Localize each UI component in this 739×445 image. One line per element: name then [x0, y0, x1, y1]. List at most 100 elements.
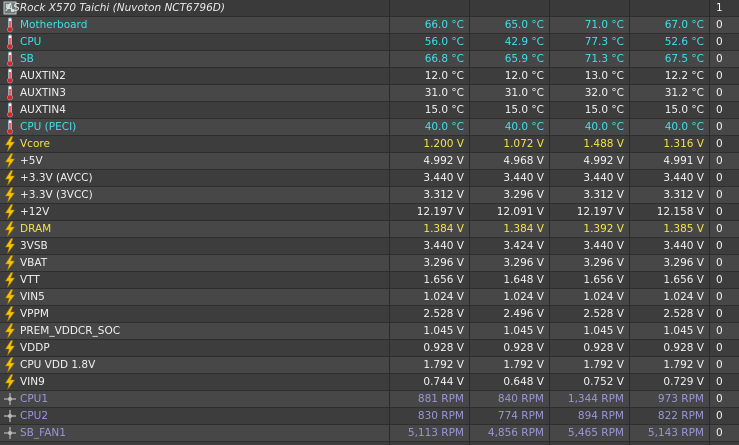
column-divider: [629, 0, 630, 445]
lightning-icon: [0, 306, 18, 322]
current-value: 56.0 °C: [424, 36, 464, 48]
min-value: 15.0 °C: [504, 104, 544, 116]
average-value: 4.991 V: [663, 155, 704, 167]
average-value: 1.045 V: [663, 325, 704, 337]
current-value: 1.656 V: [423, 274, 464, 286]
current-value: 3.440 V: [423, 240, 464, 252]
current-value: 1.024 V: [423, 291, 464, 303]
count-value: 0: [716, 19, 723, 31]
average-value: 822 RPM: [657, 410, 704, 422]
min-value: 1.792 V: [503, 359, 544, 371]
current-value: 15.0 °C: [424, 104, 464, 116]
sensor-name: +3.3V (AVCC): [20, 172, 93, 184]
max-value: 1.656 V: [583, 274, 624, 286]
sensor-name: +3.3V (3VCC): [20, 189, 93, 201]
min-value: 2.496 V: [503, 308, 544, 320]
max-value: 0.752 V: [583, 376, 624, 388]
sensor-name: VIN5: [20, 291, 45, 303]
count-value: 0: [716, 87, 723, 99]
thermometer-icon: [0, 85, 18, 101]
count-value: 0: [716, 36, 723, 48]
count-value: 0: [716, 291, 723, 303]
count-value: 0: [716, 138, 723, 150]
count-value: 0: [716, 410, 723, 422]
current-value: 1.200 V: [423, 138, 464, 150]
average-value: 1.792 V: [663, 359, 704, 371]
average-value: 3.312 V: [663, 189, 704, 201]
current-value: 0.928 V: [423, 342, 464, 354]
thermometer-icon: [0, 51, 18, 67]
lightning-icon: [0, 255, 18, 271]
thermometer-icon: [0, 119, 18, 135]
sensor-name: +12V: [20, 206, 50, 218]
current-value: 66.0 °C: [424, 19, 464, 31]
current-value: 2.528 V: [423, 308, 464, 320]
min-value: 12.0 °C: [504, 70, 544, 82]
count-value: 0: [716, 274, 723, 286]
sensor-name: 3VSB: [20, 240, 48, 252]
lightning-icon: [0, 170, 18, 186]
sensor-name: VTT: [20, 274, 40, 286]
thermometer-icon: [0, 17, 18, 33]
count-value: 0: [716, 376, 723, 388]
max-value: 3.296 V: [583, 257, 624, 269]
min-value: 0.648 V: [503, 376, 544, 388]
sensor-name: AUXTIN3: [20, 87, 66, 99]
count-value: 0: [716, 206, 723, 218]
max-value: 15.0 °C: [584, 104, 624, 116]
max-value: 1.392 V: [583, 223, 624, 235]
lightning-icon: [0, 204, 18, 220]
max-value: 77.3 °C: [584, 36, 624, 48]
sensor-name: SB: [20, 53, 34, 65]
average-value: 1.316 V: [663, 138, 704, 150]
max-value: 1.792 V: [583, 359, 624, 371]
count-value: 0: [716, 53, 723, 65]
current-value: 1.792 V: [423, 359, 464, 371]
sensor-name: CPU2: [20, 410, 49, 422]
min-value: 65.0 °C: [504, 19, 544, 31]
average-value: 973 RPM: [657, 393, 704, 405]
max-value: 40.0 °C: [584, 121, 624, 133]
min-value: 3.296 V: [503, 257, 544, 269]
count-value: 0: [716, 325, 723, 337]
max-value: 13.0 °C: [584, 70, 624, 82]
min-value: 31.0 °C: [504, 87, 544, 99]
sensor-name: VDDP: [20, 342, 50, 354]
sensor-name: CPU1: [20, 393, 49, 405]
column-divider: [469, 0, 470, 445]
lightning-icon: [0, 340, 18, 356]
max-value: 3.440 V: [583, 172, 624, 184]
sensor-name: Motherboard: [20, 19, 88, 31]
count-value: 0: [716, 104, 723, 116]
count-value: 0: [716, 223, 723, 235]
max-value: 1,344 RPM: [567, 393, 624, 405]
lightning-icon: [0, 272, 18, 288]
average-value: 3.440 V: [663, 240, 704, 252]
current-value: 12.197 V: [416, 206, 464, 218]
average-value: 1.385 V: [663, 223, 704, 235]
current-value: 881 RPM: [417, 393, 464, 405]
lightning-icon: [0, 221, 18, 237]
min-value: 40.0 °C: [504, 121, 544, 133]
sensor-name: VIN9: [20, 376, 45, 388]
fan-icon: [0, 425, 18, 441]
fan-icon: [0, 391, 18, 407]
count-value: 0: [716, 342, 723, 354]
sensor-name: Vcore: [20, 138, 50, 150]
lightning-icon: [0, 153, 18, 169]
average-value: 2.528 V: [663, 308, 704, 320]
min-value: 42.9 °C: [504, 36, 544, 48]
sensor-name: AUXTIN4: [20, 104, 66, 116]
min-value: 12.091 V: [496, 206, 544, 218]
lightning-icon: [0, 238, 18, 254]
min-value: 3.440 V: [503, 172, 544, 184]
average-value: 52.6 °C: [664, 36, 704, 48]
thermometer-icon: [0, 68, 18, 84]
sensor-name: DRAM: [20, 223, 52, 235]
sensor-table: ASRock X570 Taichi (Nuvoton NCT6796D) 1 …: [0, 0, 739, 445]
current-value: 66.8 °C: [424, 53, 464, 65]
average-value: 3.440 V: [663, 172, 704, 184]
fan-icon: [0, 408, 18, 424]
column-divider: [709, 0, 710, 445]
average-value: 67.5 °C: [664, 53, 704, 65]
